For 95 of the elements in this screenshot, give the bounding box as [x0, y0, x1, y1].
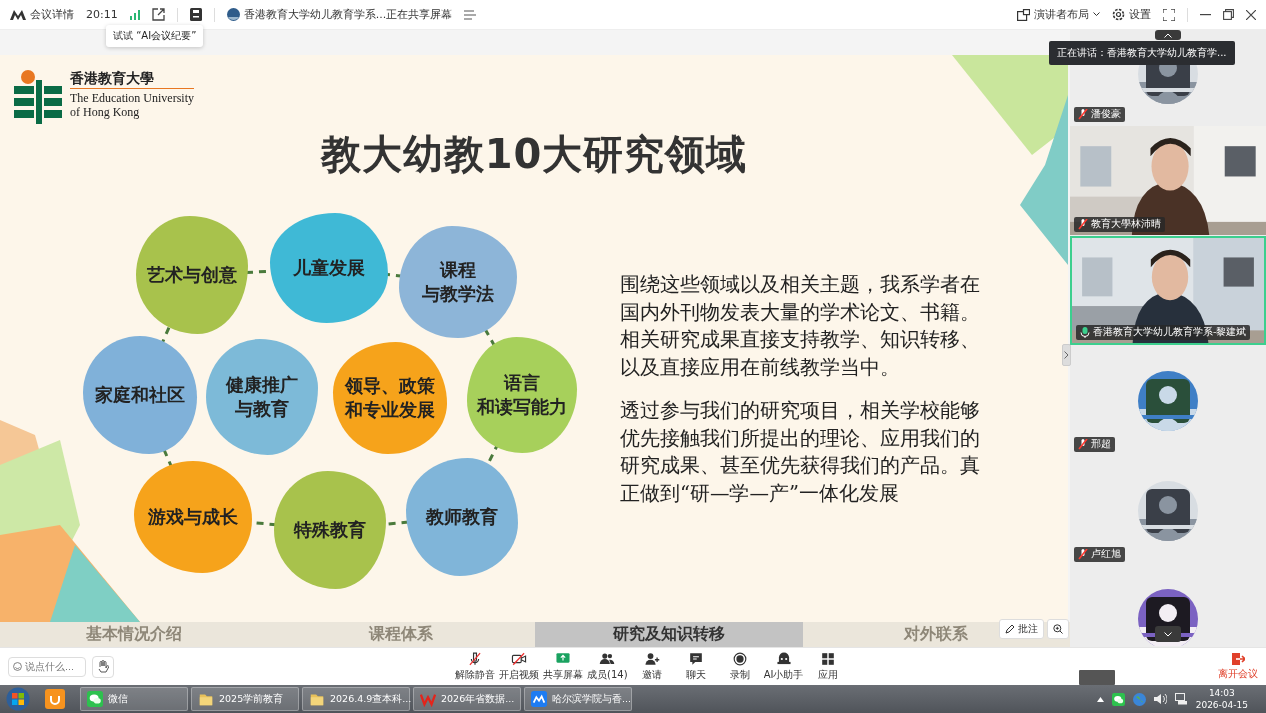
fullscreen-icon[interactable] — [1163, 8, 1175, 21]
volume-icon[interactable] — [1153, 693, 1167, 705]
caret-down-icon — [1093, 12, 1100, 17]
hand-icon — [97, 660, 109, 673]
participant-name: 香港教育大学幼儿教育学系-黎建斌 — [1076, 325, 1251, 340]
restore-icon[interactable] — [1223, 9, 1234, 20]
meeting-details-button[interactable]: 会议详情 — [10, 7, 74, 22]
chevron-up-icon — [1164, 32, 1172, 38]
pinned-app-icon[interactable] — [45, 689, 65, 709]
exit-icon — [1231, 652, 1245, 666]
university-name: 香港教育大學 — [70, 70, 194, 89]
topic-bubble: 课程 与教学法 — [399, 226, 517, 338]
topic-bubble: 特殊教育 — [274, 471, 386, 589]
topic-bubble: 艺术与创意 — [136, 216, 248, 334]
network-icon[interactable] — [1174, 693, 1188, 705]
pencil-icon — [1005, 624, 1015, 634]
clock-date: 2026-04-15 — [1195, 699, 1248, 711]
leave-meeting-button[interactable]: 离开会议 — [1218, 652, 1258, 681]
chat-app-icon — [87, 691, 103, 707]
toolbar-button[interactable]: 邀请 — [631, 651, 672, 682]
participant-name: 邢超 — [1074, 437, 1115, 452]
meeting-logo-icon — [10, 9, 26, 20]
toolbar-button[interactable]: 成员(14) — [587, 651, 628, 682]
chat-input[interactable]: 说点什么... — [8, 656, 86, 677]
scroll-up-button[interactable] — [1155, 30, 1181, 40]
toolbar-button[interactable]: AI小助手 — [763, 651, 804, 682]
members-icon — [599, 651, 616, 667]
taskbar-item[interactable]: 微信 — [80, 687, 188, 711]
avatar-icon — [226, 8, 240, 21]
record-icon — [731, 651, 748, 667]
toolbar-button[interactable]: 应用 — [807, 651, 848, 682]
chevron-right-icon — [1064, 351, 1069, 359]
signal-icon — [129, 9, 140, 20]
chevron-down-icon — [1164, 631, 1172, 637]
collapse-panel-button[interactable] — [1062, 344, 1071, 366]
taskbar-item[interactable]: 2025学前教育 — [191, 687, 299, 711]
university-logo-icon — [14, 70, 62, 124]
apps-grid-icon — [819, 651, 836, 667]
minimize-icon[interactable] — [1200, 13, 1211, 16]
participant-tile[interactable]: 香港教育大学幼儿教育学系-黎建斌 — [1070, 236, 1266, 345]
topic-bubble: 家庭和社区 — [83, 336, 197, 454]
participant-tile[interactable]: 教育大學林沛晴 — [1070, 126, 1266, 235]
document-app-icon — [420, 691, 436, 707]
toolbar-button[interactable]: 共享屏幕 — [543, 651, 583, 682]
emoji-icon[interactable] — [13, 661, 22, 672]
topic-bubble: 游戏与成长 — [134, 461, 252, 573]
meeting-app-icon — [531, 691, 547, 707]
topic-bubble: 领导、政策 和专业发展 — [333, 342, 447, 454]
add-person-icon — [643, 651, 660, 667]
share-link-icon[interactable] — [151, 8, 165, 21]
meeting-duration: 20:11 — [86, 8, 118, 21]
close-icon[interactable] — [1246, 9, 1256, 20]
taskbar-item[interactable]: 2026年省数据... — [413, 687, 521, 711]
scroll-down-button[interactable] — [1155, 626, 1181, 642]
participant-tile[interactable]: 卢红旭 — [1070, 456, 1266, 565]
zoom-in-button[interactable] — [1047, 619, 1069, 639]
clock-time: 14:03 — [1208, 687, 1235, 699]
chat-bubble-icon — [687, 651, 704, 667]
layout-button[interactable]: 演讲者布局 — [1017, 7, 1100, 22]
annotate-button[interactable]: 批注 — [999, 619, 1044, 639]
slide-nav-tab[interactable]: 研究及知识转移 — [535, 622, 803, 647]
zoom-in-icon — [1053, 624, 1063, 634]
sharing-status: 香港教育大学幼儿教育学系...正在共享屏幕 — [226, 7, 453, 22]
university-name: of Hong Kong — [70, 105, 141, 119]
slide-paragraph: 透过参与我们的研究项目，相关学校能够优先接触我们所提出的理论、应用我们的研究成果、甚至优先获得我们的产品。真正做到“研—学—产”一体化发展 — [620, 398, 981, 507]
topic-bubble: 儿童发展 — [270, 213, 388, 323]
document-icon[interactable] — [189, 8, 202, 21]
settings-icon — [1112, 8, 1125, 21]
speaking-tooltip: 正在讲话：香港教育大学幼儿教育学... — [1049, 41, 1235, 65]
muted-mic-icon — [467, 651, 483, 667]
participant-tile[interactable]: 邢超 — [1070, 346, 1266, 455]
caret-up-icon[interactable] — [1096, 696, 1104, 702]
participant-name: 潘俊豪 — [1074, 107, 1125, 122]
layout-icon — [1017, 8, 1030, 21]
settings-button[interactable]: 设置 — [1112, 7, 1151, 22]
robot-icon — [775, 651, 792, 667]
topic-bubble: 教师教育 — [406, 458, 518, 576]
chat-app-icon[interactable] — [1111, 692, 1125, 706]
taskbar-item[interactable]: 2026.4.9查本科... — [302, 687, 410, 711]
toolbar-button[interactable]: 聊天 — [675, 651, 716, 682]
topic-bubble: 语言 和读写能力 — [467, 337, 577, 453]
toolbar-button[interactable]: 开启视频 — [499, 651, 539, 682]
taskbar-item[interactable]: 哈尔滨学院与香... — [524, 687, 632, 711]
start-button-icon[interactable] — [6, 687, 30, 711]
toolbar-button[interactable]: 录制 — [719, 651, 760, 682]
tooltip: 试试 “AI会议纪要” — [106, 25, 204, 47]
university-name: The Education University — [70, 91, 194, 105]
participant-name: 卢红旭 — [1074, 547, 1125, 562]
video-off-icon — [511, 651, 527, 667]
slide-paragraph: 围绕这些领域以及相关主题，我系学者在国内外刊物发表大量的学术论文、书籍。相关研究成果直接支持教学、知识转移、以及直接应用在前线教学当中。 — [620, 272, 981, 381]
slide-title: 教大幼教10大研究领域 — [319, 130, 749, 179]
raise-hand-button[interactable] — [92, 655, 114, 678]
topic-bubble: 健康推广 与教育 — [206, 339, 318, 455]
toolbar-button[interactable]: 解除静音 — [455, 651, 495, 682]
participant-name: 教育大學林沛晴 — [1074, 217, 1165, 232]
